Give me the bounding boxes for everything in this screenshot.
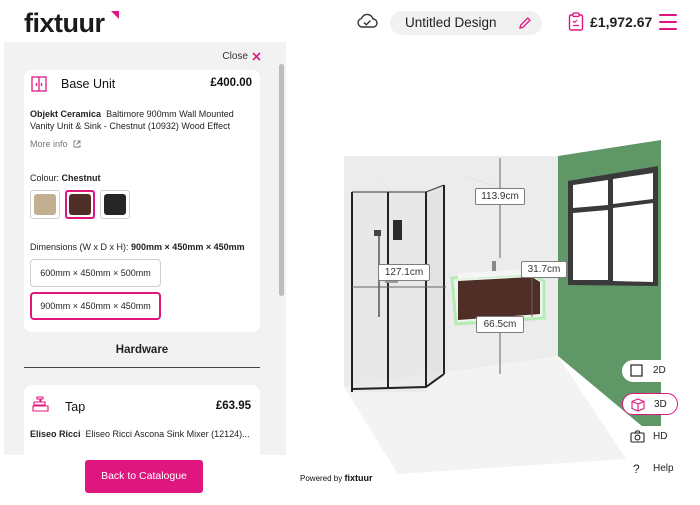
vanity-unit-icon <box>31 76 47 92</box>
tap-description-text: Eliseo Ricci Ascona Sink Mixer (12124)..… <box>85 429 250 439</box>
back-to-catalogue-button[interactable]: Back to Catalogue <box>85 460 203 493</box>
svg-text:?: ? <box>633 462 640 475</box>
tap-description: Eliseo Ricci Eliseo Ricci Ascona Sink Mi… <box>30 429 256 439</box>
swatch-beige[interactable] <box>30 190 60 219</box>
close-label[interactable]: Close <box>222 51 248 62</box>
external-link-icon <box>73 140 80 148</box>
view-3d-label: 3D <box>654 399 667 410</box>
tap-brand: Eliseo Ricci <box>30 429 81 439</box>
shower-width-dimension-label: 127.1cm <box>378 264 430 281</box>
tap-icon <box>32 396 49 412</box>
swatch-beige-color <box>34 194 56 215</box>
dimensions-value: 900mm × 450mm × 450mm <box>131 242 245 252</box>
swatch-black[interactable] <box>100 190 130 219</box>
width-dimension-label: 66.5cm <box>476 316 524 333</box>
height-dimension-label: 113.9cm <box>475 188 525 205</box>
design-name-field[interactable]: Untitled Design <box>390 11 542 35</box>
window <box>568 166 658 286</box>
tap-card: Tap £63.95 Eliseo Ricci Eliseo Ricci Asc… <box>24 385 260 455</box>
colour-value: Chestnut <box>61 173 101 183</box>
design-name-text: Untitled Design <box>405 15 497 30</box>
cube-3d-icon <box>631 398 645 412</box>
cloud-save-icon[interactable] <box>356 12 378 30</box>
view-3d-button[interactable]: 3D <box>622 393 678 415</box>
dimensions-label: Dimensions (W x D x H): 900mm × 450mm × … <box>30 242 245 252</box>
more-info-label: More info <box>30 139 68 149</box>
dimension-option-600[interactable]: 600mm × 450mm × 500mm <box>30 259 161 287</box>
panel-scrollbar[interactable] <box>279 64 284 296</box>
quote-list-icon[interactable] <box>568 12 584 31</box>
room-viewer[interactable]: 113.9cm 127.1cm 31.7cm 66.5cm Powered by… <box>286 42 700 505</box>
close-icon[interactable] <box>252 52 261 61</box>
hardware-divider <box>24 367 260 368</box>
view-2d-label: 2D <box>653 365 666 376</box>
fixtuur-logo[interactable]: fixtuur <box>24 8 105 39</box>
help-label: Help <box>653 463 674 474</box>
product-description: Objekt Ceramica Baltimore 900mm Wall Mou… <box>30 108 250 132</box>
pencil-edit-icon[interactable] <box>518 16 532 30</box>
view-hd-button[interactable]: HD <box>622 426 678 448</box>
colour-label-text: Colour: <box>30 173 60 183</box>
swatch-black-color <box>104 194 126 215</box>
colour-label: Colour: Chestnut <box>30 173 101 183</box>
camera-icon <box>630 430 645 443</box>
base-unit-card: Base Unit £400.00 Objekt Ceramica Baltim… <box>24 70 260 332</box>
depth-dimension-label: 31.7cm <box>521 261 567 278</box>
dimension-option-900[interactable]: 900mm × 450mm × 450mm <box>30 292 161 320</box>
view-2d-button[interactable]: 2D <box>622 360 678 382</box>
square-2d-icon <box>630 364 643 377</box>
total-price: £1,972.67 <box>590 14 653 30</box>
panel-footer: Back to Catalogue <box>4 455 286 505</box>
powered-by-text: Powered by <box>300 474 343 483</box>
more-info-link[interactable]: More info <box>30 139 81 149</box>
shower-enclosure <box>351 184 445 392</box>
question-icon: ? <box>633 462 640 475</box>
help-button[interactable]: ? Help <box>622 458 678 480</box>
tap-title: Tap <box>65 400 86 414</box>
panel-close-row: Close <box>4 42 286 70</box>
product-panel: Close Base Unit £400.00 Objekt Ceramica … <box>4 42 286 505</box>
logo-arrow-icon <box>111 11 119 19</box>
hardware-heading: Hardware <box>115 344 169 356</box>
view-hd-label: HD <box>653 431 668 442</box>
dimensions-label-text: Dimensions (W x D x H): <box>30 242 129 252</box>
powered-by-brand: fixtuur <box>344 473 373 483</box>
app-header: fixtuur Untitled Design £1,972.67 <box>0 0 700 44</box>
powered-by: Powered by fixtuur <box>300 473 372 483</box>
product-price: £400.00 <box>210 77 252 89</box>
hamburger-menu-icon[interactable] <box>659 14 677 30</box>
swatch-chestnut-color <box>69 194 91 215</box>
product-brand: Objekt Ceramica <box>30 109 102 119</box>
swatch-chestnut[interactable] <box>65 190 95 219</box>
product-title: Base Unit <box>61 77 116 91</box>
tap-price: £63.95 <box>215 400 251 412</box>
